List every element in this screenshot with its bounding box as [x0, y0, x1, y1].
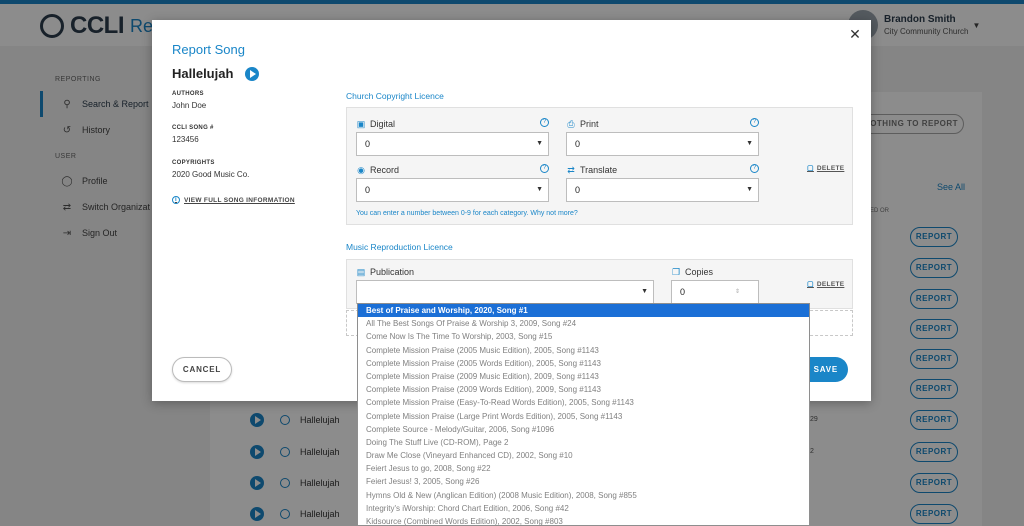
close-icon[interactable]: ✕ [847, 26, 863, 42]
publication-option[interactable]: Feiert Jesus to go, 2008, Song #22 [358, 462, 809, 475]
play-icon[interactable] [245, 66, 260, 81]
translate-field: ⇄ Translate ? 0 ▼ [566, 164, 759, 202]
copies-input[interactable]: 0 ⇕ [671, 280, 759, 304]
copies-label: Copies [685, 267, 714, 277]
song-number-value: 123456 [172, 135, 199, 144]
translate-value: 0 [575, 185, 581, 195]
publication-option[interactable]: Integrity's iWorship: Chord Chart Editio… [358, 502, 809, 515]
publication-label: Publication [370, 267, 415, 277]
digital-label: Digital [370, 119, 396, 129]
stepper-icon[interactable]: ⇕ [735, 281, 740, 303]
chevron-down-icon: ▼ [746, 140, 753, 147]
publication-option[interactable]: Complete Mission Praise (2005 Music Edit… [358, 344, 809, 357]
authors-label: AUTHORS [172, 91, 204, 97]
modal-title: Report Song [172, 42, 245, 57]
authors-value: John Doe [172, 101, 207, 110]
print-field: ⎙ Print ? 0 ▼ [566, 118, 759, 156]
publication-option[interactable]: Come Now Is The Time To Worship, 2003, S… [358, 330, 809, 343]
song-title: Hallelujah [172, 66, 260, 81]
publication-option[interactable]: Best of Praise and Worship, 2020, Song #… [358, 304, 809, 318]
trash-icon: ▢ [807, 281, 814, 288]
publication-option[interactable]: Complete Source - Melody/Guitar, 2006, S… [358, 423, 809, 436]
delete-label: DELETE [816, 164, 845, 172]
record-value: 0 [365, 185, 371, 195]
print-label: Print [580, 119, 599, 129]
publication-option[interactable]: Draw Me Close (Vineyard Enhanced CD), 20… [358, 449, 809, 462]
publication-option[interactable]: Kidsource (Combined Words Edition), 2002… [358, 515, 809, 525]
digital-select[interactable]: 0 ▼ [356, 132, 549, 156]
copyrights-label: COPYRIGHTS [172, 160, 215, 166]
chevron-down-icon: ▼ [536, 186, 543, 193]
publication-option[interactable]: Complete Mission Praise (2009 Words Edit… [358, 383, 809, 396]
hint-text: You can enter a number between 0-9 for e… [356, 210, 578, 217]
trash-icon: ▢ [807, 165, 814, 172]
delete-copyright-link[interactable]: ▢ DELETE [807, 164, 845, 173]
printer-icon: ⎙ [567, 118, 575, 129]
info-icon: i [172, 196, 180, 204]
digital-field: ▣ Digital ? 0 ▼ [356, 118, 549, 156]
help-icon[interactable]: ? [750, 164, 759, 173]
publication-option[interactable]: Complete Mission Praise (Easy-To-Read Wo… [358, 396, 809, 409]
music-licence-panel: ▤ Publication ▼ ❐ Copies 0 ⇕ ▢ DELETE [346, 259, 853, 309]
book-icon: ▤ [356, 266, 366, 277]
chevron-down-icon: ▼ [746, 186, 753, 193]
print-select[interactable]: 0 ▼ [566, 132, 759, 156]
copies-icon: ❐ [671, 266, 681, 277]
translate-select[interactable]: 0 ▼ [566, 178, 759, 202]
translate-label: Translate [580, 165, 618, 175]
translate-icon: ⇄ [567, 164, 575, 175]
digital-value: 0 [365, 139, 371, 149]
publication-option[interactable]: Complete Mission Praise (2009 Music Edit… [358, 370, 809, 383]
record-select[interactable]: 0 ▼ [356, 178, 549, 202]
publication-option[interactable]: Doing The Stuff Live (CD-ROM), Page 2 [358, 436, 809, 449]
microphone-icon: ◉ [357, 164, 365, 175]
view-full-song-link[interactable]: i VIEW FULL SONG INFORMATION [172, 196, 295, 204]
help-icon[interactable]: ? [540, 164, 549, 173]
song-number-block: CCLI SONG # 123456 [172, 125, 214, 144]
copyrights-value: 2020 Good Music Co. [172, 170, 250, 179]
publication-dropdown-list[interactable]: Best of Praise and Worship, 2020, Song #… [357, 303, 810, 526]
delete-label: DELETE [816, 280, 845, 288]
view-full-song-label: VIEW FULL SONG INFORMATION [184, 196, 295, 204]
help-icon[interactable]: ? [540, 118, 549, 127]
record-field: ◉ Record ? 0 ▼ [356, 164, 549, 202]
music-licence-title: Music Reproduction Licence [346, 242, 453, 252]
publication-option[interactable]: All The Best Songs Of Praise & Worship 3… [358, 317, 809, 330]
chevron-down-icon: ▼ [536, 140, 543, 147]
copyright-licence-panel: ▣ Digital ? 0 ▼ ⎙ Print ? 0 ▼ ◉ Record ? 0 ▼ ⇄… [346, 107, 853, 225]
song-title-text: Hallelujah [172, 66, 234, 81]
print-value: 0 [575, 139, 581, 149]
copies-field: ❐ Copies 0 ⇕ [671, 266, 759, 306]
copyrights-block: COPYRIGHTS 2020 Good Music Co. [172, 160, 249, 179]
song-number-label: CCLI SONG # [172, 125, 214, 131]
publication-option[interactable]: Complete Mission Praise (2005 Words Edit… [358, 357, 809, 370]
publication-option[interactable]: Hymns Old & New (Anglican Edition) (2008… [358, 489, 809, 502]
record-label: Record [370, 165, 400, 175]
publication-option[interactable]: Complete Mission Praise (Large Print Wor… [358, 410, 809, 423]
publication-select[interactable]: ▼ [356, 280, 654, 304]
copyright-licence-title: Church Copyright Licence [346, 91, 444, 101]
monitor-icon: ▣ [356, 118, 366, 129]
chevron-down-icon: ▼ [641, 288, 648, 295]
publication-option[interactable]: Feiert Jesus! 3, 2005, Song #26 [358, 475, 809, 488]
help-icon[interactable]: ? [750, 118, 759, 127]
publication-field: ▤ Publication ▼ [356, 266, 654, 306]
cancel-button[interactable]: CANCEL [172, 357, 232, 382]
copies-value: 0 [680, 287, 686, 297]
authors-block: AUTHORS John Doe [172, 91, 206, 110]
delete-music-link[interactable]: ▢ DELETE [807, 280, 845, 289]
